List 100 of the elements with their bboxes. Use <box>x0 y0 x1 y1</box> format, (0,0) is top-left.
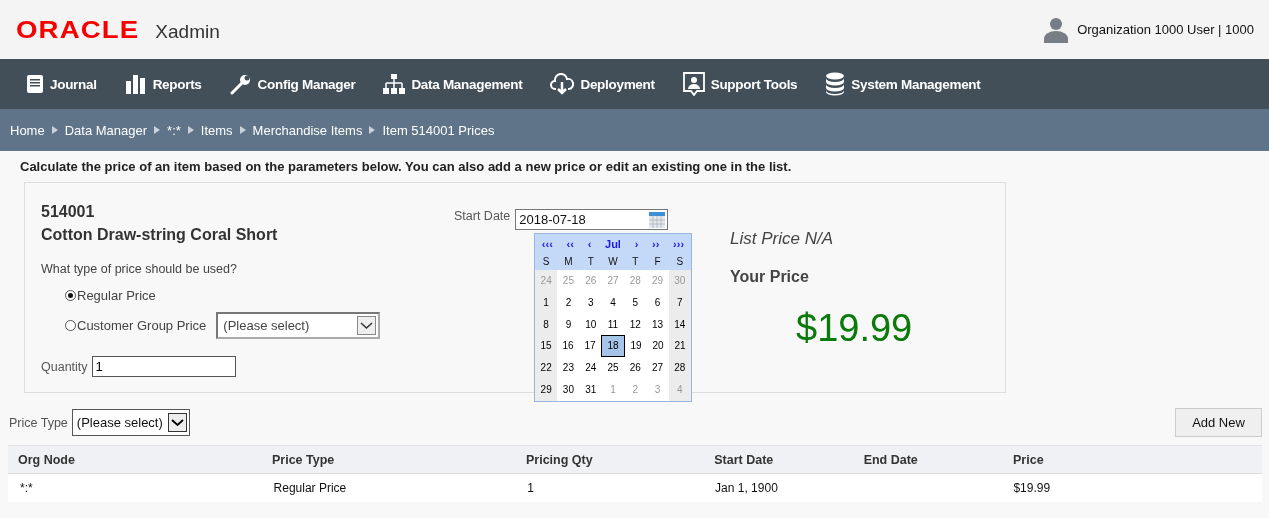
price-type-label: Price Type <box>9 415 68 430</box>
support-person-icon <box>682 72 705 96</box>
calendar-day[interactable]: 27 <box>646 357 669 379</box>
column-header: Price <box>1013 452 1045 467</box>
price-value: $19.99 <box>796 307 913 350</box>
breadcrumb-separator-icon <box>154 126 161 134</box>
column-header: Pricing Qty <box>525 452 594 467</box>
breadcrumb-link[interactable]: Items <box>200 122 233 138</box>
breadcrumb-separator-icon <box>239 126 246 134</box>
nav-item[interactable]: Data Management <box>383 73 523 95</box>
calendar-day[interactable]: 10 <box>579 313 602 336</box>
book-icon <box>26 74 44 94</box>
calendar-day[interactable]: 19 <box>625 335 647 358</box>
calendar-nav-button[interactable]: ‹‹ <box>566 237 574 250</box>
calendar-day[interactable]: 8 <box>535 313 558 336</box>
breadcrumb-link[interactable]: Data Manager <box>64 122 148 138</box>
quantity-label: Quantity <box>41 359 88 374</box>
bar-chart-icon <box>124 74 147 94</box>
price-question: What type of price should be used? <box>41 262 238 276</box>
calendar-nav-button[interactable]: ›› <box>652 237 660 250</box>
user-icon <box>1043 16 1070 43</box>
calendar-day[interactable]: 9 <box>557 313 580 336</box>
calendar-day[interactable]: 3 <box>579 291 602 314</box>
wrench-icon <box>229 73 252 95</box>
item-name: Cotton Draw-string Coral Short <box>41 226 279 244</box>
calendar-day[interactable]: 20 <box>647 335 669 358</box>
customer-group-select[interactable]: (Please select) <box>216 311 381 339</box>
radio-option[interactable]: Regular Price <box>65 287 156 303</box>
app-name: Xadmin <box>155 20 220 43</box>
weekday-label: F <box>653 256 662 267</box>
calendar-day[interactable]: 7 <box>668 291 691 314</box>
calendar-day[interactable]: 14 <box>668 313 691 336</box>
calendar-day[interactable]: 5 <box>624 291 647 314</box>
breadcrumb-separator-icon <box>187 126 194 134</box>
start-date-label: Start Date <box>454 209 511 223</box>
calendar-day[interactable]: 11 <box>601 313 625 336</box>
calendar-day[interactable]: 28 <box>668 357 691 379</box>
calendar-day[interactable]: 22 <box>535 357 558 379</box>
price-type-select[interactable]: (Please select) <box>71 409 190 436</box>
add-new-button[interactable]: Add New <box>1175 408 1262 437</box>
calendar-nav-button[interactable]: ‹‹‹ <box>541 237 553 250</box>
your-price-label: Your Price <box>730 268 810 286</box>
calendar-day[interactable]: 31 <box>579 379 602 401</box>
breadcrumb-link[interactable]: Home <box>10 122 45 138</box>
calendar-day[interactable]: 17 <box>579 335 601 358</box>
calendar-day[interactable]: 23 <box>557 357 580 379</box>
calendar-day[interactable]: 1 <box>535 291 558 314</box>
column-header: Price Type <box>272 452 336 467</box>
column-header: End Date <box>863 452 919 467</box>
calendar-icon[interactable] <box>649 211 666 228</box>
table-cell-text: $19.99 <box>1013 481 1052 495</box>
intro-text: Calculate the price of an item based on the parameters below. You can also add a new price or edit an existing one in the list. <box>20 159 793 174</box>
weekday-label: T <box>586 256 595 267</box>
weekday-label: S <box>541 256 551 267</box>
calendar-day[interactable]: 16 <box>557 335 579 358</box>
calendar-day[interactable]: 25 <box>601 357 625 379</box>
calendar-nav-button[interactable]: ››› <box>673 237 685 250</box>
breadcrumb-separator-icon <box>369 126 376 134</box>
list-price: List Price N/A <box>730 229 834 249</box>
calendar-day[interactable]: 12 <box>624 313 647 336</box>
calendar-day[interactable]: 30 <box>557 379 580 401</box>
nav-item[interactable]: Config Manager <box>229 73 356 95</box>
calendar-day[interactable]: 15 <box>535 335 557 358</box>
start-date-field[interactable]: 2018-07-18 <box>515 209 669 230</box>
breadcrumb-link[interactable]: Merchandise Items <box>252 122 363 138</box>
calendar-day[interactable]: 21 <box>669 335 691 358</box>
database-icon <box>825 72 846 96</box>
column-header: Start Date <box>714 452 775 467</box>
radio-option[interactable]: Customer Group Price <box>65 317 207 333</box>
user-label: Organization 1000 User | 1000 <box>1077 22 1254 37</box>
table-row[interactable]: *:* Regular Price 1 Jan 1, 1900 $19.99 <box>8 474 1262 502</box>
nav-item[interactable]: Deployment <box>550 73 655 95</box>
breadcrumb-link[interactable]: Item 514001 Prices <box>382 122 495 138</box>
nav-item[interactable]: Support Tools <box>682 72 798 96</box>
calendar-nav-button[interactable]: ‹ <box>587 237 592 250</box>
nav-item[interactable]: System Management <box>825 72 981 96</box>
calendar-day[interactable]: 13 <box>646 313 669 336</box>
breadcrumb-link[interactable]: *:* <box>167 122 181 138</box>
breadcrumb-separator-icon <box>51 126 58 134</box>
quantity-field[interactable]: 1 <box>91 356 236 377</box>
nav-item[interactable]: Journal <box>26 74 97 94</box>
calendar-day[interactable]: 6 <box>646 291 669 314</box>
calendar-nav-button[interactable]: › <box>634 237 639 250</box>
month-label[interactable]: Jul <box>605 237 621 250</box>
weekday-label: M <box>563 256 574 267</box>
calendar-day[interactable]: 24 <box>579 357 602 379</box>
cloud-download-icon <box>550 73 575 95</box>
column-header: Org Node <box>18 452 76 467</box>
table-cell-text: Jan 1, 1900 <box>715 481 779 495</box>
weekday-label: T <box>631 256 640 267</box>
hierarchy-icon <box>383 73 406 95</box>
calendar-day[interactable]: 18 <box>601 335 625 358</box>
calendar-day[interactable]: 29 <box>535 379 558 401</box>
item-id: 514001 <box>41 203 96 221</box>
calendar-day[interactable]: 4 <box>601 291 625 314</box>
calendar-day[interactable]: 26 <box>624 357 647 379</box>
nav-item[interactable]: Reports <box>124 74 202 94</box>
table-cell-text: Regular Price <box>273 481 348 495</box>
calendar-day[interactable]: 2 <box>557 291 580 314</box>
weekday-label: W <box>607 256 619 267</box>
